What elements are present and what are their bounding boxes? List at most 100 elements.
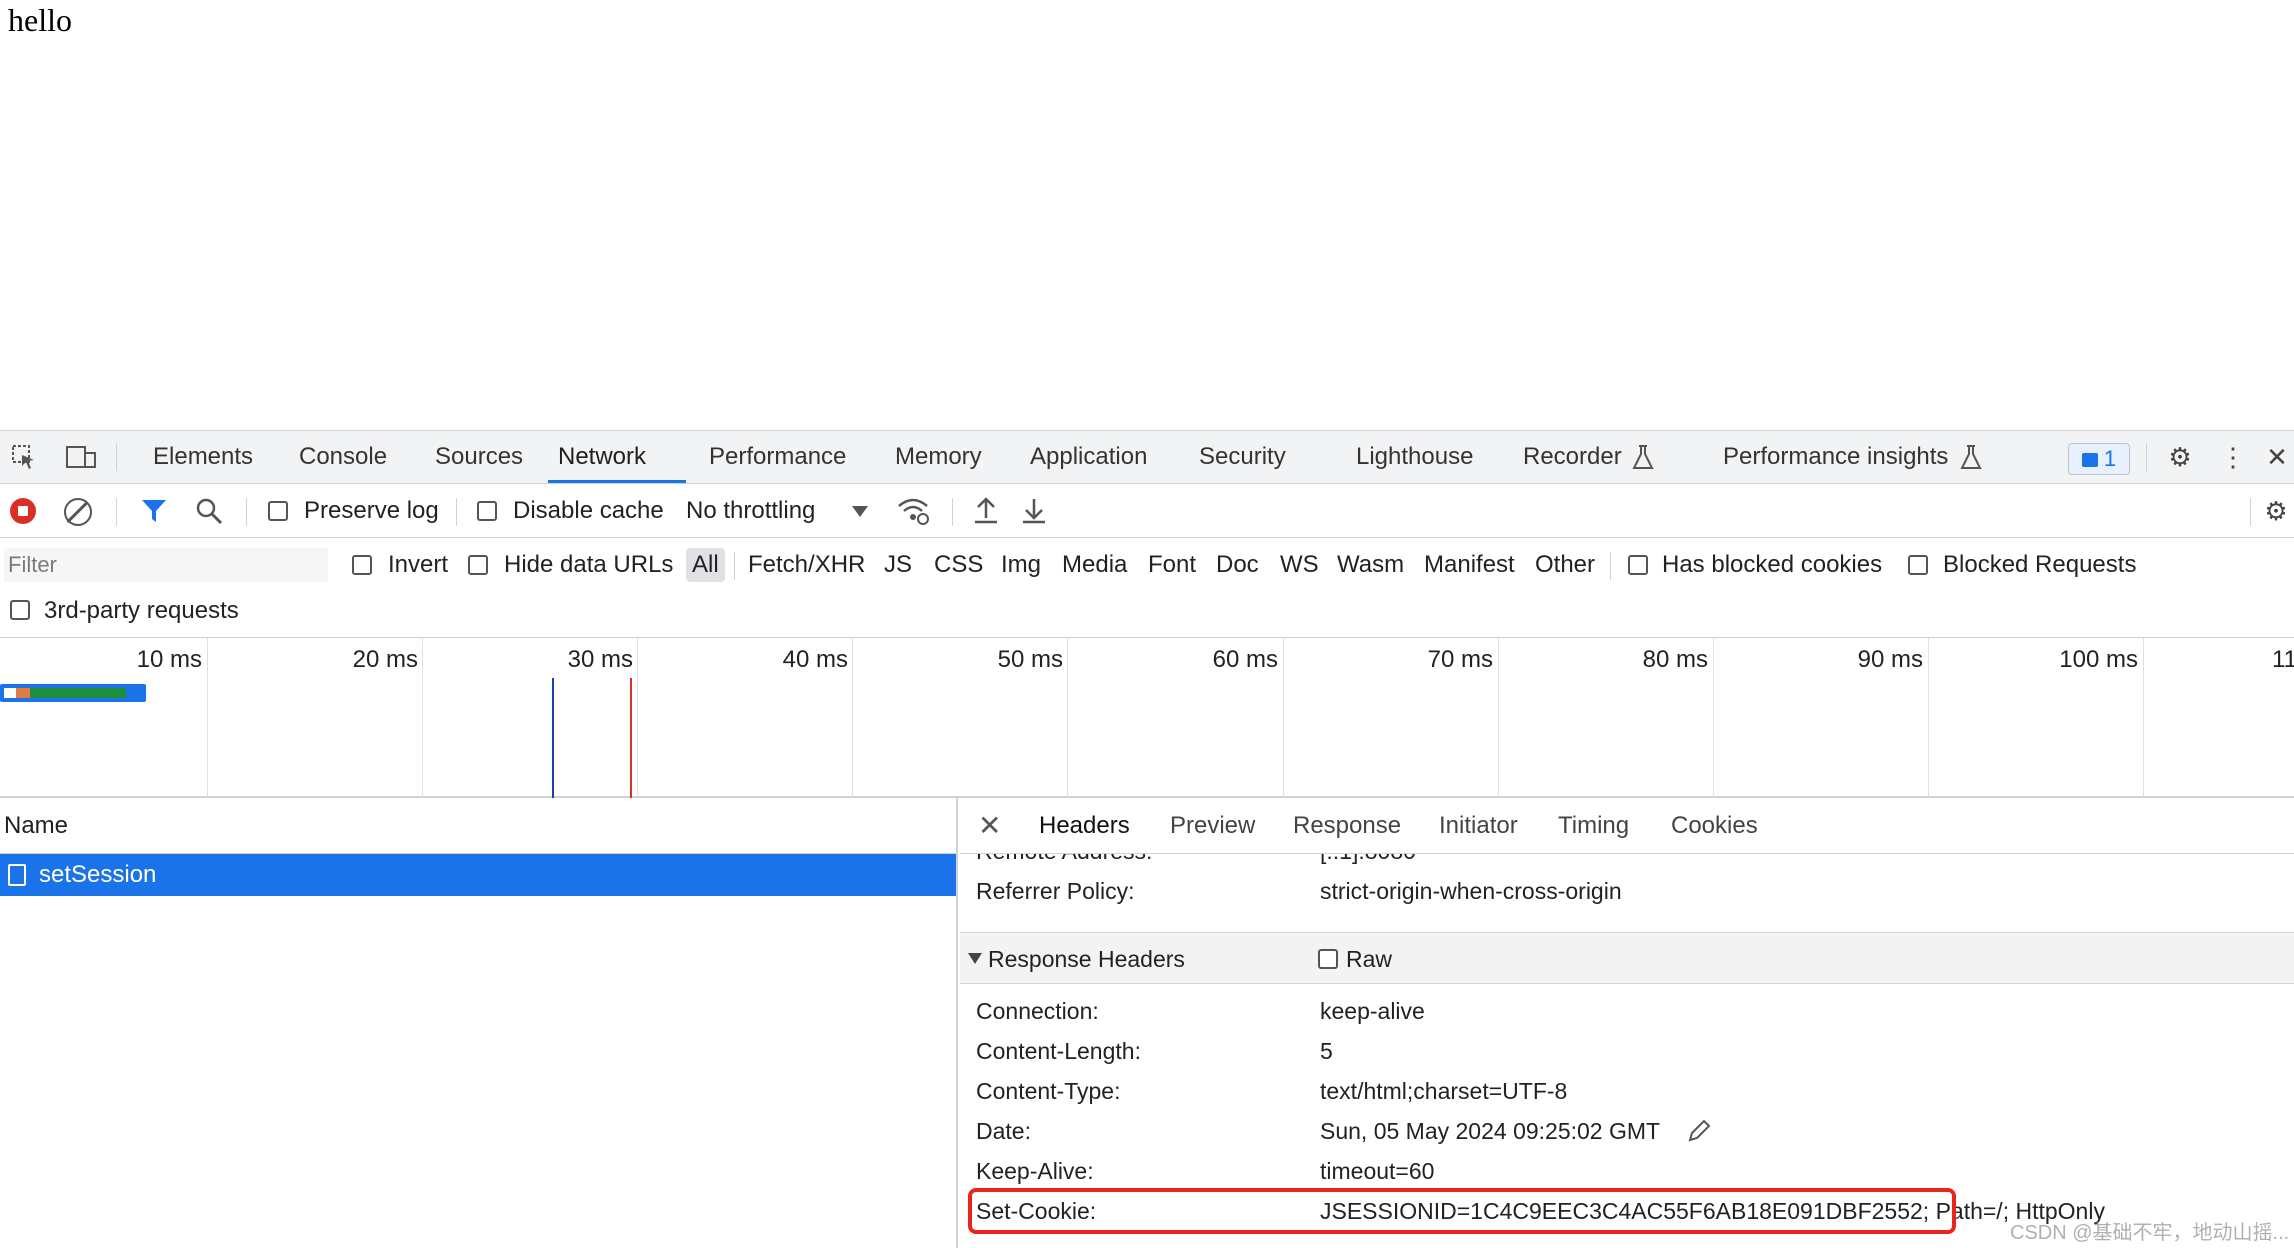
third-party-label: 3rd-party requests xyxy=(44,597,239,624)
filter-type-all[interactable]: All xyxy=(686,548,725,582)
dom-content-loaded-line xyxy=(552,678,554,798)
disable-cache-label: Disable cache xyxy=(513,497,664,524)
device-toolbar-icon[interactable] xyxy=(62,431,100,488)
blocked-requests-checkbox[interactable] xyxy=(1908,555,1928,575)
clear-icon[interactable] xyxy=(64,498,92,526)
invert-checkbox[interactable] xyxy=(352,555,372,575)
tab-application[interactable]: Application xyxy=(1020,431,1157,483)
third-party-checkbox[interactable] xyxy=(10,600,30,620)
filter-type-other[interactable]: Other xyxy=(1535,548,1595,582)
header-value: timeout=60 xyxy=(1320,1158,1435,1184)
header-key: Content-Type: xyxy=(976,1078,1121,1104)
devtools-tabbar: Elements Console Sources Network Perform… xyxy=(0,430,2294,484)
timeline-overview[interactable]: 10 ms 20 ms 30 ms 40 ms 50 ms 60 ms 70 m… xyxy=(0,638,2294,798)
tab-recorder[interactable]: Recorder xyxy=(1513,431,1632,483)
tab-elements[interactable]: Elements xyxy=(143,431,263,483)
request-waterfall-bar xyxy=(0,684,146,702)
watermark: CSDN @基础不牢，地动山摇... xyxy=(2010,1222,2290,1244)
hide-data-urls-checkbox[interactable] xyxy=(468,555,488,575)
header-value: 5 xyxy=(1320,1038,1333,1064)
tab-lighthouse[interactable]: Lighthouse xyxy=(1346,431,1483,483)
request-details-pane: ✕ Headers Preview Response Initiator Tim… xyxy=(960,798,2294,1248)
preserve-log-label: Preserve log xyxy=(304,497,439,524)
more-options-icon[interactable]: ⋮ xyxy=(2218,431,2248,483)
details-tab-preview[interactable]: Preview xyxy=(1170,798,1255,854)
request-row-selected[interactable]: setSession xyxy=(0,854,956,896)
header-key: Date: xyxy=(976,1118,1031,1144)
throttling-select[interactable]: No throttling xyxy=(686,484,815,538)
timeline-tick-label: 80 ms xyxy=(1642,646,1708,673)
filter-type-fetch-xhr[interactable]: Fetch/XHR xyxy=(748,548,865,582)
filter-type-img[interactable]: Img xyxy=(1001,548,1041,582)
tab-security[interactable]: Security xyxy=(1189,431,1296,483)
close-details-icon[interactable]: ✕ xyxy=(978,798,1001,854)
header-key: Referrer Policy: xyxy=(976,878,1135,904)
hide-data-urls-label: Hide data URLs xyxy=(504,551,674,578)
raw-checkbox[interactable] xyxy=(1318,949,1338,969)
header-key: Keep-Alive: xyxy=(976,1158,1094,1184)
details-tab-cookies[interactable]: Cookies xyxy=(1671,798,1758,854)
record-stop-icon[interactable] xyxy=(10,498,36,524)
timeline-tick-label: 10 ms xyxy=(136,646,202,673)
filter-type-media[interactable]: Media xyxy=(1062,548,1127,582)
filter-type-font[interactable]: Font xyxy=(1148,548,1196,582)
tab-memory[interactable]: Memory xyxy=(885,431,992,483)
issues-badge[interactable]: 1 xyxy=(2068,443,2130,475)
search-icon[interactable] xyxy=(194,496,224,531)
filter-type-wasm[interactable]: Wasm xyxy=(1337,548,1404,582)
tab-network[interactable]: Network xyxy=(548,431,686,483)
document-icon xyxy=(8,864,26,886)
filter-type-css[interactable]: CSS xyxy=(934,548,983,582)
header-value: Sun, 05 May 2024 09:25:02 GMT xyxy=(1320,1118,1661,1144)
name-column-header[interactable]: Name xyxy=(0,798,956,854)
filter-type-manifest[interactable]: Manifest xyxy=(1424,548,1515,582)
header-value: [::1]:8080 xyxy=(1320,854,1416,865)
network-conditions-icon[interactable] xyxy=(896,496,930,531)
header-value: text/html;charset=UTF-8 xyxy=(1320,1078,1568,1104)
details-tab-response[interactable]: Response xyxy=(1293,798,1401,854)
filter-type-js[interactable]: JS xyxy=(884,548,912,582)
filter-funnel-icon[interactable] xyxy=(140,498,168,529)
download-icon[interactable] xyxy=(1020,496,1048,531)
issues-count: 1 xyxy=(2103,446,2117,471)
settings-gear-icon[interactable]: ⚙ xyxy=(2162,431,2198,483)
experiment-flask-icon xyxy=(1956,431,1986,487)
section-title: Response Headers xyxy=(988,946,1185,972)
request-list-pane: Name setSession xyxy=(0,798,958,1248)
close-devtools-icon[interactable]: ✕ xyxy=(2262,431,2292,483)
details-tab-timing[interactable]: Timing xyxy=(1558,798,1629,854)
edit-pencil-icon[interactable] xyxy=(1686,1118,1712,1149)
filter-input[interactable]: Filter xyxy=(4,548,328,582)
chevron-down-icon[interactable] xyxy=(852,506,868,517)
filter-type-doc[interactable]: Doc xyxy=(1216,548,1259,582)
has-blocked-cookies-checkbox[interactable] xyxy=(1628,555,1648,575)
invert-label: Invert xyxy=(388,551,449,578)
triangle-down-icon xyxy=(968,953,982,964)
timeline-tick-label: 50 ms xyxy=(997,646,1063,673)
network-settings-gear-icon[interactable]: ⚙ xyxy=(2262,498,2290,524)
timeline-tick-label: 90 ms xyxy=(1857,646,1923,673)
filter-type-ws[interactable]: WS xyxy=(1280,548,1319,582)
timeline-tick-label: 20 ms xyxy=(352,646,418,673)
header-value: strict-origin-when-cross-origin xyxy=(1320,878,1622,904)
page-hello-text: hello xyxy=(8,2,72,38)
inspect-element-icon[interactable] xyxy=(6,431,42,488)
details-tab-initiator[interactable]: Initiator xyxy=(1439,798,1518,854)
general-row-clipped: Remote Address: [::1]:8080 xyxy=(960,854,2294,874)
tab-sources[interactable]: Sources xyxy=(425,431,533,483)
timeline-tick-label: 30 ms xyxy=(567,646,633,673)
upload-icon[interactable] xyxy=(972,496,1000,531)
tab-console[interactable]: Console xyxy=(289,431,397,483)
raw-label: Raw xyxy=(1346,946,1393,972)
network-toolbar: Preserve log Disable cache No throttling… xyxy=(0,484,2294,538)
blocked-requests-label: Blocked Requests xyxy=(1943,551,2137,578)
header-key: Connection: xyxy=(976,998,1099,1024)
tab-performance-insights[interactable]: Performance insights xyxy=(1713,431,1958,483)
disable-cache-checkbox[interactable] xyxy=(477,501,497,521)
timeline-tick-label: 60 ms xyxy=(1212,646,1278,673)
preserve-log-checkbox[interactable] xyxy=(268,501,288,521)
response-headers-section[interactable]: Response Headers Raw xyxy=(960,932,2294,984)
details-tabbar: ✕ Headers Preview Response Initiator Tim… xyxy=(960,798,2294,854)
tab-performance[interactable]: Performance xyxy=(699,431,856,483)
details-tab-headers[interactable]: Headers xyxy=(1039,798,1130,854)
